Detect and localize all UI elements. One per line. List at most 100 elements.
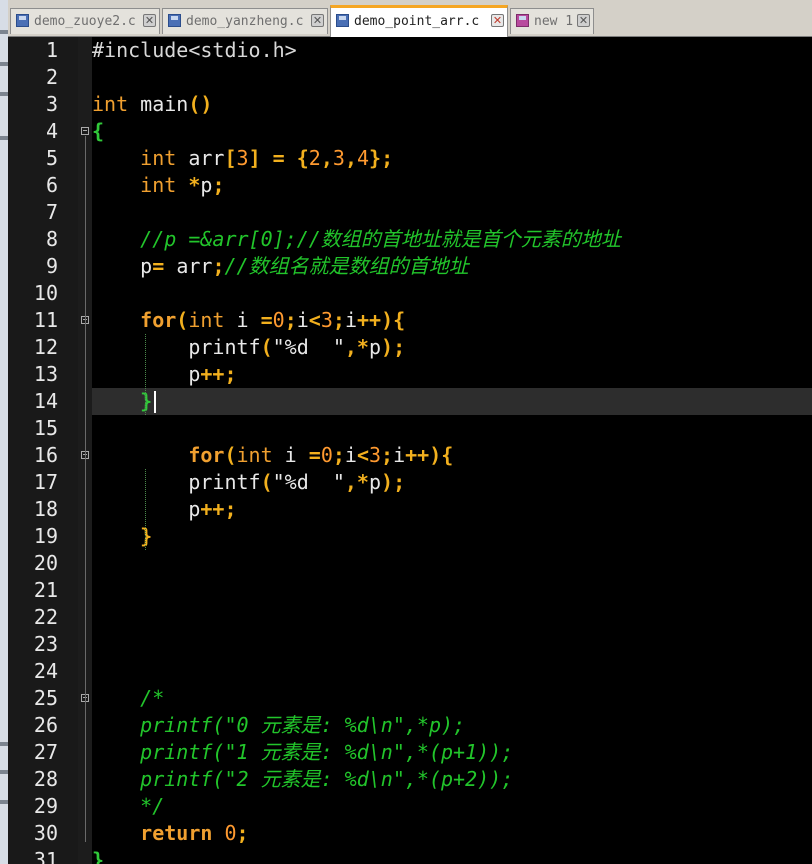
code-line[interactable]: printf("%d ",*p); [92,334,405,361]
line-number: 20 [33,551,58,575]
code-token: i [344,443,357,467]
code-token: ; [236,821,249,845]
code-token: 2 [308,146,321,170]
code-token: ) [429,443,442,467]
code-token: i [296,308,309,332]
code-token: 4 [356,146,370,170]
code-area[interactable]: #include<stdio.h> int main(){ int arr[3] … [92,37,812,864]
tab-demo-yanzheng[interactable]: demo_yanzheng.c ✕ [162,8,328,34]
code-token: ; [284,308,297,332]
code-token: int [188,308,225,332]
code-token: , [320,146,333,170]
saved-file-icon [336,14,349,27]
code-token: int [236,443,273,467]
tab-label: demo_yanzheng.c [186,14,304,29]
line-number: 21 [33,578,58,602]
code-token: i [284,443,297,467]
code-line[interactable]: for(int i =0;i<3;i++){ [92,307,405,334]
code-line[interactable]: printf("%d ",*p); [92,469,405,496]
code-line[interactable]: printf("1 元素是: %d\n",*(p+1)); [92,739,513,766]
close-icon[interactable]: ✕ [577,14,590,27]
unsaved-file-icon [516,14,529,27]
code-line[interactable]: return 0; [92,820,249,847]
code-token: arr [188,146,225,170]
code-token: ( [224,443,237,467]
code-token: ; [381,146,394,170]
code-line[interactable]: } [92,523,152,550]
code-token: ; [393,470,406,494]
indent-guide [145,469,147,550]
code-line[interactable]: p++; [92,361,236,388]
tab-label: demo_zuoye2.c [34,14,136,29]
fold-toggle-icon[interactable] [81,127,89,135]
code-line[interactable]: //p =&arr[0];//数组的首地址就是首个元素的地址 [92,226,621,253]
code-token: = [308,443,321,467]
close-icon[interactable]: ✕ [311,14,324,27]
code-line[interactable]: p= arr;//数组名就是数组的首地址 [92,253,468,280]
code-line[interactable]: printf("0 元素是: %d\n",*p); [92,712,465,739]
code-token: } [92,848,105,864]
line-number: 1 [45,38,58,62]
code-line[interactable]: /* [92,685,164,712]
code-line[interactable]: int main() [92,91,212,118]
code-line[interactable]: */ [92,793,164,820]
code-line[interactable]: } [92,847,104,864]
code-line[interactable]: int arr[3] = {2,3,4}; [92,145,393,172]
code-token: "%d " [272,335,345,359]
close-icon[interactable]: ✕ [491,14,504,27]
line-number-gutter: 1 2 3 4 5 6 7 8 9 10 11 12 13 14 15 16 17 18 19 20 21 22 23 24 2… [8,37,78,864]
code-token: { [92,119,105,143]
strip-marker [0,92,8,96]
line-number: 4 [45,119,58,143]
code-token: i [393,443,406,467]
code-token: ; [212,254,225,278]
code-line[interactable]: #include<stdio.h> [92,37,297,64]
code-token: ( [176,308,189,332]
code-token: * [356,470,369,494]
code-token: { [393,308,406,332]
tab-demo-zuoye2[interactable]: demo_zuoye2.c ✕ [10,8,160,34]
code-token: , [344,335,357,359]
code-line[interactable]: int *p; [92,172,224,199]
code-token: p [140,254,153,278]
code-line[interactable]: } [92,388,152,415]
code-token: ; [212,173,225,197]
code-line[interactable]: { [92,118,104,145]
line-number: 11 [33,308,58,332]
code-token: [ [224,146,237,170]
tab-new-1[interactable]: new 1 ✕ [510,8,594,34]
code-token: = [152,254,165,278]
code-editor[interactable]: 1 2 3 4 5 6 7 8 9 10 11 12 13 14 15 16 17 18 19 20 21 22 23 24 2… [8,37,812,864]
close-icon[interactable]: ✕ [143,14,156,27]
code-token: 3 [236,146,249,170]
code-token: ++ [200,362,225,386]
code-token: ; [224,497,237,521]
code-token: ++ [405,443,430,467]
tab-bar: demo_zuoye2.c ✕ demo_yanzheng.c ✕ demo_p… [8,0,812,37]
code-line[interactable]: printf("2 元素是: %d\n",*(p+2)); [92,766,513,793]
code-token: p [188,497,201,521]
code-token: ( [260,335,273,359]
code-token: 0 [320,443,333,467]
code-token: , [344,470,357,494]
code-token: i [236,308,249,332]
line-number: 28 [33,767,58,791]
tab-demo-point-arr[interactable]: demo_point_arr.c ✕ [330,5,508,37]
line-number: 13 [33,362,58,386]
code-token: main [140,92,189,116]
line-number: 26 [33,713,58,737]
code-line[interactable]: for(int i =0;i<3;i++){ [92,442,453,469]
code-token: p [368,470,382,494]
code-line[interactable]: p++; [92,496,237,523]
text-cursor [154,391,157,413]
